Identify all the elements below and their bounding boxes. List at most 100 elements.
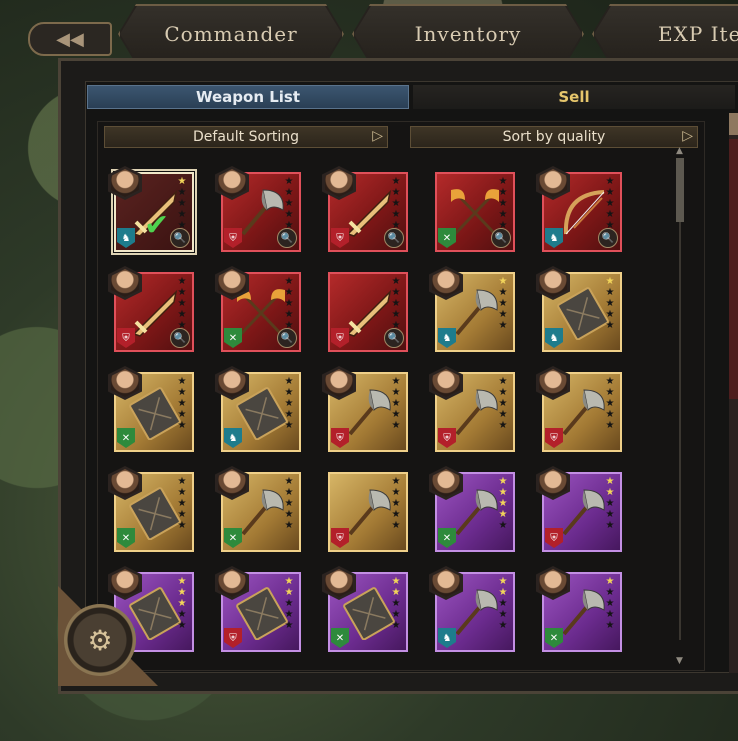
star-icon: ★ <box>605 187 615 198</box>
scroll-track <box>679 160 681 640</box>
star-icon: ★ <box>177 420 187 431</box>
cavalry-badge-icon: ♞ <box>438 328 456 348</box>
archer-badge-icon: ✕ <box>438 228 456 248</box>
weapon-card[interactable]: ★ ★ ★ ★ ★ ✕ <box>536 566 622 652</box>
star-icon: ★ <box>284 398 294 409</box>
weapon-card[interactable]: ★★★★★♞ <box>429 566 515 652</box>
star-icon: ★ <box>498 376 508 387</box>
tab-commander[interactable]: Commander <box>118 4 344 64</box>
back-arrow-icon[interactable]: ◀◀ <box>28 22 112 56</box>
scroll-thumb[interactable] <box>676 158 684 222</box>
weapon-card[interactable]: ★★★★★♞ <box>215 366 301 452</box>
weapon-card[interactable]: ★ ★ ★ ★ ★ ⛨ 🔍 <box>328 272 408 352</box>
weapon-card[interactable]: ★ ★ ★ ★ ★ ⛨ <box>536 466 622 552</box>
cavalry-badge-icon: ♞ <box>545 328 563 348</box>
star-icon: ★ <box>284 376 294 387</box>
subtab-bar: Weapon List Sell <box>87 85 738 109</box>
weapon-card[interactable]: ★ ★ ★ ★ ★ ✕ <box>322 566 408 652</box>
defense-badge-icon: ⛨ <box>117 328 135 348</box>
weapon-card[interactable]: ★ ★ ★ ★ ★ ⛨ <box>322 366 408 452</box>
weapon-grid: Default Sorting ▷ Sort by quality ▷ ★ ★ ★ ★… <box>97 121 705 671</box>
star-rating: ★ ★ ★ ★ ★ <box>497 276 509 331</box>
star-icon: ★ <box>391 176 401 187</box>
star-rating: ★ ★ ★ ★ ★ <box>390 176 402 231</box>
star-icon: ★ <box>284 298 294 309</box>
default-sorting-button[interactable]: Default Sorting ▷ <box>104 126 388 148</box>
weapon-card[interactable]: ★ ★ ★ ★ ★ ✕ <box>215 466 301 552</box>
tab-exp-items-label: EXP Iter <box>658 22 738 46</box>
defense-badge-icon: ⛨ <box>331 428 349 448</box>
sort-by-quality-label: Sort by quality <box>502 129 606 145</box>
star-icon: ★ <box>605 398 615 409</box>
magnifier-icon[interactable]: 🔍 <box>277 328 297 348</box>
weapon-card[interactable]: ★★★★★ ♞ <box>429 266 515 352</box>
star-icon: ★ <box>284 587 294 598</box>
star-icon: ★ <box>498 198 508 209</box>
star-icon: ★ <box>605 298 615 309</box>
scroll-down-icon[interactable]: ▼ <box>676 656 683 666</box>
archer-badge-icon: ✕ <box>117 528 135 548</box>
star-rating: ★ ★ ★ ★ ★ <box>176 576 188 631</box>
weapon-card[interactable]: ★ ★ ★ ★ ★ ⛨ <box>429 366 515 452</box>
star-icon: ★ <box>177 520 187 531</box>
star-icon: ★ <box>498 176 508 187</box>
star-rating: ★ ★ ★ ★ ★ <box>176 176 188 231</box>
star-icon: ★ <box>391 576 401 587</box>
weapon-card[interactable]: ★ ★ ★ ★ ★ ✕ <box>429 466 515 552</box>
weapon-card[interactable]: ★ ★ ★ ★ ★ ✕ 🔍 <box>215 266 301 352</box>
weapon-card[interactable]: ★ ★ ★ ★ ★ ⛨ 🔍 <box>215 166 301 252</box>
magnifier-icon[interactable]: 🔍 <box>170 328 190 348</box>
star-icon: ★ <box>605 309 615 320</box>
star-rating: ★ ★ ★ ★ ★ <box>604 476 616 531</box>
magnifier-icon[interactable]: 🔍 <box>598 228 618 248</box>
magnifier-icon[interactable]: 🔍 <box>170 228 190 248</box>
star-icon: ★ <box>605 287 615 298</box>
star-rating: ★ ★ ★ ★ ★ <box>497 176 509 231</box>
star-rating: ★ ★ ★ ★ ★ <box>390 476 402 531</box>
star-icon: ★ <box>498 298 508 309</box>
defense-badge-icon: ⛨ <box>331 328 349 348</box>
weapon-card[interactable]: ★ ★ ★ ★ ★ ⛨ <box>215 566 301 652</box>
weapon-card[interactable]: ★ ★ ★ ★ ★ ♞ 🔍 <box>536 166 622 252</box>
star-icon: ★ <box>284 487 294 498</box>
weapon-card[interactable]: ★ ★ ★ ★ ★ ⛨ 🔍 <box>322 166 408 252</box>
weapon-card[interactable]: ★ ★ ★ ★ ★ ⛨ <box>536 366 622 452</box>
weapon-card[interactable]: ★ ★ ★ ★ ★ ♞ 🔍 ✔ <box>108 166 194 252</box>
magnifier-icon[interactable]: 🔍 <box>491 228 511 248</box>
star-icon: ★ <box>177 187 187 198</box>
scroll-up-icon[interactable]: ▲ <box>676 146 683 156</box>
star-icon: ★ <box>498 387 508 398</box>
weapon-card[interactable]: ★ ★ ★ ★ ★ ⛨ <box>328 472 408 552</box>
weapon-card[interactable]: ★ ★ ★ ★ ★ ✕ <box>108 366 194 452</box>
subtab-weapon-list[interactable]: Weapon List <box>87 85 409 109</box>
star-icon: ★ <box>391 498 401 509</box>
star-icon: ★ <box>391 476 401 487</box>
magnifier-icon[interactable]: 🔍 <box>277 228 297 248</box>
tab-exp-items[interactable]: EXP Iter <box>592 4 738 64</box>
star-icon: ★ <box>284 576 294 587</box>
scrollbar[interactable]: ▲ ▼ <box>674 146 686 666</box>
star-icon: ★ <box>177 176 187 187</box>
weapon-card[interactable]: ★ ★ ★ ★ ★ ✕ <box>108 466 194 552</box>
star-icon: ★ <box>284 498 294 509</box>
star-icon: ★ <box>605 176 615 187</box>
star-icon: ★ <box>284 287 294 298</box>
star-icon: ★ <box>498 620 508 631</box>
subtab-sell-label: Sell <box>558 88 590 106</box>
subtab-sell[interactable]: Sell <box>413 85 735 109</box>
weapon-card[interactable]: ★★★★★ ♞ <box>536 266 622 352</box>
defense-badge-icon: ⛨ <box>224 228 242 248</box>
magnifier-icon[interactable]: 🔍 <box>384 328 404 348</box>
star-icon: ★ <box>284 609 294 620</box>
star-rating: ★ ★ ★ ★ ★ <box>283 476 295 531</box>
tab-inventory[interactable]: Inventory <box>352 4 584 64</box>
star-icon: ★ <box>605 209 615 220</box>
star-rating: ★ ★ ★ ★ ★ <box>604 276 616 331</box>
magnifier-icon[interactable]: 🔍 <box>384 228 404 248</box>
gear-magnifier-button[interactable]: ⚙ <box>64 604 136 676</box>
weapon-card[interactable]: ★ ★ ★ ★ ★ ⛨ 🔍 <box>108 266 194 352</box>
defense-badge-icon: ⛨ <box>545 428 563 448</box>
sort-by-quality-button[interactable]: Sort by quality ▷ <box>410 126 698 148</box>
weapon-card[interactable]: ★ ★ ★ ★ ★ ✕ 🔍 <box>435 172 515 252</box>
star-icon: ★ <box>177 309 187 320</box>
